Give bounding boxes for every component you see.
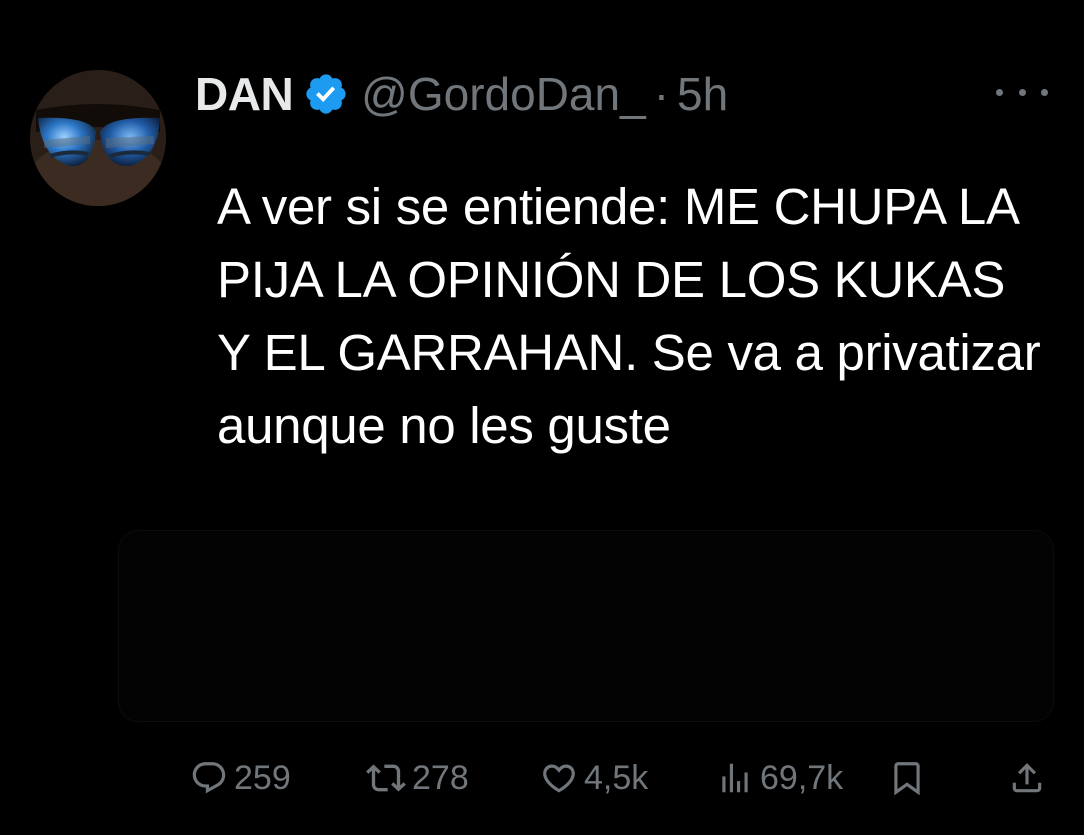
handle[interactable]: @GordoDan_ xyxy=(361,67,646,121)
heart-icon xyxy=(540,759,578,797)
avatar[interactable] xyxy=(30,70,166,206)
repost-button[interactable]: 278 xyxy=(366,750,469,806)
timestamp[interactable]: 5h xyxy=(677,67,728,121)
repost-count: 278 xyxy=(412,758,469,797)
verified-badge-icon[interactable] xyxy=(303,71,349,117)
repost-arrows-icon xyxy=(366,758,406,798)
share-upload-icon xyxy=(1008,759,1046,797)
like-button[interactable]: 4,5k xyxy=(540,750,648,806)
tweet-text: A ver si se entiende: ME CHUPA LA PIJA L… xyxy=(217,178,1041,454)
separator: · xyxy=(653,68,670,120)
bookmark-icon xyxy=(888,759,926,797)
like-count: 4,5k xyxy=(584,758,649,797)
share-button[interactable] xyxy=(1008,750,1046,806)
bar-chart-icon xyxy=(716,759,754,797)
more-dots-icon xyxy=(1018,88,1026,96)
more-dots-icon xyxy=(1041,88,1048,96)
reply-button[interactable]: 259 xyxy=(190,750,291,806)
bookmark-button[interactable] xyxy=(888,750,926,806)
views-count: 69,7k xyxy=(760,758,844,797)
media-placeholder[interactable] xyxy=(118,530,1054,722)
views-button[interactable]: 69,7k xyxy=(716,750,843,806)
reply-count: 259 xyxy=(234,758,291,797)
tweet-header: DAN @GordoDan_ · 5h xyxy=(195,66,728,122)
avatar-sunglasses-image xyxy=(30,70,166,206)
action-bar: 259 278 4,5k 69,7k xyxy=(0,750,1084,806)
reply-bubble-icon xyxy=(190,759,228,797)
more-dots-icon xyxy=(996,88,1003,96)
more-options-button[interactable] xyxy=(996,78,1048,106)
display-name[interactable]: DAN xyxy=(195,67,294,121)
